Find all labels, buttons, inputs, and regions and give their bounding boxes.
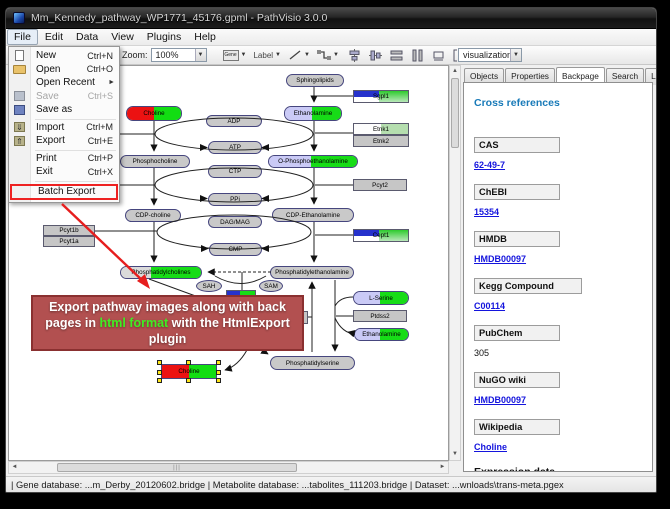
add-datanode-button[interactable]: Gene▼ [221, 48, 249, 63]
section-header-pubchem: PubChem [474, 325, 560, 341]
pathvisio-window: Mm_Kennedy_pathway_WP1771_45176.gpml - P… [5, 7, 657, 493]
align-center-button[interactable] [348, 49, 361, 62]
node-phosphatidylcholines[interactable]: Phosphatidylcholines [120, 266, 202, 279]
expression-data-title: Expression data [474, 466, 652, 472]
file-menu-popup: NewCtrl+N OpenCtrl+O Open Recent► SaveCt… [8, 46, 120, 203]
callout-text: Export pathway images along with back pa… [39, 299, 296, 348]
align-middle-button[interactable] [369, 49, 382, 62]
section-header-kegg: Kegg Compound [474, 278, 582, 294]
status-bar: | Gene database: ...m_Derby_20120602.bri… [6, 476, 656, 493]
menu-plugins[interactable]: Plugins [141, 30, 187, 44]
node-l-serine[interactable]: L-Serine [353, 291, 409, 305]
connector-icon [317, 49, 331, 61]
vertical-scroll-thumb[interactable] [451, 78, 459, 148]
line-tool-button[interactable]: ▼ [286, 48, 312, 63]
scroll-left-icon[interactable]: ◄ [9, 462, 20, 473]
connector-tool-button[interactable]: ▼ [315, 48, 341, 63]
menu-separator [9, 179, 119, 183]
menu-help[interactable]: Help [188, 30, 222, 44]
line-icon [288, 49, 302, 61]
zoom-combobox[interactable]: 100% ▼ [151, 48, 207, 62]
cross-references-title: Cross references [474, 97, 652, 109]
menu-item-open-recent[interactable]: Open Recent► [9, 76, 119, 90]
export-icon: ⇑ [14, 136, 25, 146]
menu-item-exit[interactable]: ExitCtrl+X [9, 165, 119, 179]
node-choline-top[interactable]: Choline [126, 106, 182, 121]
menu-bar: File Edit Data View Plugins Help [6, 29, 656, 46]
link-nugo[interactable]: HMDB00097 [474, 395, 526, 405]
selection-handle[interactable] [216, 378, 221, 383]
section-header-hmdb: HMDB [474, 231, 560, 247]
link-cas[interactable]: 62-49-7 [474, 160, 505, 170]
menu-file[interactable]: File [7, 29, 38, 45]
menu-view[interactable]: View [105, 30, 140, 44]
visualization-value: visualization [463, 50, 512, 60]
selection-handle[interactable] [157, 360, 162, 365]
node-ethanolamine-top[interactable]: Ethanolamine [284, 106, 342, 121]
selection-handle[interactable] [216, 370, 221, 375]
link-wikipedia[interactable]: Choline [474, 442, 507, 452]
callout-highlight: html format [99, 316, 168, 330]
visualization-combobox[interactable]: visualization ▼ [458, 48, 522, 62]
selection-handle[interactable] [157, 378, 162, 383]
submenu-arrow-icon: ► [108, 79, 115, 86]
status-text: | Gene database: ...m_Derby_20120602.bri… [11, 480, 564, 490]
save-icon [14, 91, 25, 101]
distribute-horizontal-button[interactable] [390, 49, 403, 62]
menu-item-save-as[interactable]: Save as [9, 103, 119, 117]
side-panel: Objects Properties Backpage Search Legen… [461, 65, 656, 474]
node-choline-selected[interactable]: Choline [161, 364, 217, 379]
import-icon: ⇓ [14, 122, 25, 132]
section-header-cas: CAS [474, 137, 560, 153]
canvas-vertical-scrollbar[interactable]: ▲ ▼ [449, 65, 461, 461]
node-ethanolamine-mid[interactable]: Ethanolamine [354, 328, 409, 341]
scroll-right-icon[interactable]: ► [437, 462, 448, 473]
annotation-callout: Export pathway images along with back pa… [31, 295, 304, 351]
menu-item-new[interactable]: NewCtrl+N [9, 49, 119, 63]
distribute-vertical-button[interactable] [411, 49, 424, 62]
menu-data[interactable]: Data [70, 30, 104, 44]
link-hmdb[interactable]: HMDB00097 [474, 254, 526, 264]
value-pubchem: 305 [474, 348, 489, 358]
section-header-chebi: ChEBI [474, 184, 560, 200]
selection-handle[interactable] [186, 378, 191, 383]
gene-node-icon: Gene [223, 50, 239, 61]
stack-button[interactable] [432, 49, 445, 62]
scroll-up-icon[interactable]: ▲ [450, 66, 460, 77]
menu-item-open[interactable]: OpenCtrl+O [9, 63, 119, 77]
section-header-nugo: NuGO wiki [474, 372, 560, 388]
menu-item-print[interactable]: PrintCtrl+P [9, 152, 119, 166]
node-o-phosphoethanolamine[interactable]: O-Phosphoethanolamine [268, 155, 358, 168]
zoom-dropdown-icon[interactable]: ▼ [195, 49, 206, 61]
canvas-horizontal-scrollbar[interactable]: ◄ ||| ► [8, 461, 449, 474]
save-as-icon [14, 105, 25, 115]
menu-item-save[interactable]: SaveCtrl+S [9, 90, 119, 104]
app-icon [13, 12, 25, 24]
selection-handle[interactable] [216, 360, 221, 365]
scroll-down-icon[interactable]: ▼ [450, 449, 460, 460]
add-label-button[interactable]: Label▼ [251, 48, 283, 63]
visualization-dropdown-icon[interactable]: ▼ [510, 49, 521, 61]
window-title: Mm_Kennedy_pathway_WP1771_45176.gpml - P… [31, 12, 327, 24]
title-bar[interactable]: Mm_Kennedy_pathway_WP1771_45176.gpml - P… [6, 8, 656, 29]
menu-item-import[interactable]: ⇓ImportCtrl+M [9, 121, 119, 135]
backpage-panel: Cross references CAS 62-49-7 ChEBI 15354… [463, 82, 653, 472]
menu-item-batch-export[interactable]: Batch Export [10, 184, 118, 200]
selection-handle[interactable] [186, 360, 191, 365]
open-folder-icon [13, 65, 26, 74]
menu-item-export[interactable]: ⇑ExportCtrl+E [9, 134, 119, 148]
horizontal-scroll-thumb[interactable]: ||| [57, 463, 297, 472]
menu-edit[interactable]: Edit [39, 30, 69, 44]
zoom-label: Zoom: [122, 50, 148, 60]
section-header-wikipedia: Wikipedia [474, 419, 560, 435]
new-file-icon [15, 50, 24, 61]
link-chebi[interactable]: 15354 [474, 207, 499, 217]
selection-handle[interactable] [157, 370, 162, 375]
link-kegg[interactable]: C00114 [474, 301, 505, 311]
zoom-value: 100% [156, 50, 179, 60]
